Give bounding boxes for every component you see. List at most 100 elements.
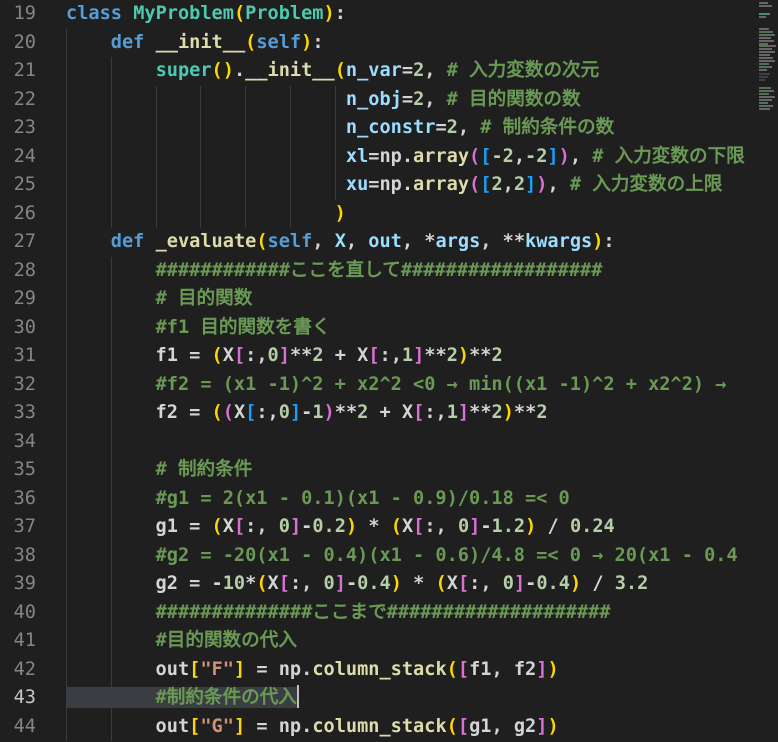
code-token (66, 288, 156, 309)
code-line[interactable]: 27 def _evaluate(self, X, out, *args, **… (0, 228, 778, 257)
code-token: X (268, 573, 279, 594)
code-token: = (435, 117, 446, 138)
line-number[interactable]: 26 (0, 200, 36, 229)
line-number[interactable]: 44 (0, 713, 36, 742)
line-number[interactable]: 38 (0, 542, 36, 571)
code-token: f1 = (66, 345, 212, 366)
code-line[interactable]: 31 f1 = (X[:,0]**2 + X[:,1]**2)**2 (0, 342, 778, 371)
code-token: 3.2 (615, 573, 649, 594)
line-number[interactable]: 40 (0, 599, 36, 628)
code-token: # 入力変数の上限 (570, 174, 723, 195)
code-token: _evaluate (156, 231, 257, 252)
code-token: #目的関数の代入 (156, 630, 297, 651)
code-token: 0.24 (570, 516, 615, 537)
code-line[interactable]: 33 f2 = ((X[:,0]-1)**2 + X[:,1]**2)**2 (0, 399, 778, 428)
minimap[interactable] (757, 0, 778, 742)
code-line[interactable]: 21 super().__init__(n_var=2, # 入力変数の次元 (0, 57, 778, 86)
code-editor: 19class MyProblem(Problem):20 def __init… (0, 0, 778, 742)
code-line-content: super().__init__(n_var=2, # 入力変数の次元 (66, 57, 778, 86)
code-line[interactable]: 30 #f1 目的関数を書く (0, 314, 778, 343)
code-line[interactable]: 23 n_constr=2, # 制約条件の数 (0, 114, 778, 143)
code-token: X (447, 573, 458, 594)
code-line-content: #f2 = (x1 -1)^2 + x2^2 <0 → min((x1 -1)^… (66, 371, 778, 400)
line-number[interactable]: 34 (0, 428, 36, 457)
code-line[interactable]: 24 xl=np.array([-2,-2]), # 入力変数の下限 (0, 143, 778, 172)
code-line[interactable]: 28 ############ここを直して################## (0, 257, 778, 286)
code-token: , * (402, 231, 436, 252)
code-token: ** (424, 345, 446, 366)
line-number[interactable]: 35 (0, 456, 36, 485)
code-token: , (503, 174, 514, 195)
code-token: = (402, 60, 413, 81)
line-number[interactable]: 32 (0, 371, 36, 400)
code-line-content (66, 428, 778, 457)
code-line[interactable]: 38 #g2 = -20(x1 - 0.4)(x1 - 0.6)/4.8 =< … (0, 542, 778, 571)
code-token: column_stack (312, 659, 446, 680)
code-token: ** (469, 345, 491, 366)
line-number[interactable]: 43 (0, 684, 36, 713)
code-token: 2 (514, 174, 525, 195)
line-number[interactable]: 36 (0, 485, 36, 514)
code-token: array (413, 146, 469, 167)
code-line[interactable]: 42 out["F"] = np.column_stack([f1, f2]) (0, 656, 778, 685)
code-line[interactable]: 37 g1 = (X[:, 0]-0.2) * (X[:, 0]-1.2) / … (0, 513, 778, 542)
code-token: , (458, 117, 480, 138)
line-number[interactable]: 21 (0, 57, 36, 86)
code-token: / (536, 516, 570, 537)
code-token (144, 32, 155, 53)
code-line[interactable]: 35 # 制約条件 (0, 456, 778, 485)
code-line[interactable]: 26 ) (0, 200, 778, 229)
code-line[interactable]: 20 def __init__(self): (0, 29, 778, 58)
code-line[interactable]: 19class MyProblem(Problem): (0, 0, 778, 29)
code-token: ) (458, 345, 469, 366)
code-token: out (368, 231, 402, 252)
minimap-mark (759, 96, 775, 98)
line-number[interactable]: 19 (0, 0, 36, 29)
line-number[interactable]: 25 (0, 171, 36, 200)
line-number[interactable]: 22 (0, 86, 36, 115)
code-token: column_stack (312, 716, 446, 737)
code-line[interactable]: 32 #f2 = (x1 -1)^2 + x2^2 <0 → min((x1 -… (0, 371, 778, 400)
code-line[interactable]: 36 #g1 = 2(x1 - 0.1)(x1 - 0.9)/0.18 =< 0 (0, 485, 778, 514)
line-number[interactable]: 31 (0, 342, 36, 371)
line-number[interactable]: 28 (0, 257, 36, 286)
line-number[interactable]: 33 (0, 399, 36, 428)
code-line-content: #制約条件の代入 (66, 684, 778, 713)
line-number[interactable]: 30 (0, 314, 36, 343)
code-line-content: n_constr=2, # 制約条件の数 (66, 114, 778, 143)
minimap-mark (759, 51, 775, 53)
code-line[interactable]: 44 out["G"] = np.column_stack([g1, g2]) (0, 713, 778, 742)
code-line-content: def __init__(self): (66, 29, 778, 58)
code-token (66, 602, 156, 623)
code-token: :, (424, 402, 446, 423)
code-line[interactable]: 25 xu=np.array([2,2]), # 入力変数の上限 (0, 171, 778, 200)
minimap-mark (759, 54, 770, 56)
line-number[interactable]: 27 (0, 228, 36, 257)
line-number[interactable]: 37 (0, 513, 36, 542)
code-line[interactable]: 29 # 目的関数 (0, 285, 778, 314)
code-token: ] (514, 573, 525, 594)
code-line[interactable]: 40 ##############ここまで###################… (0, 599, 778, 628)
line-number[interactable]: 29 (0, 285, 36, 314)
line-number[interactable]: 23 (0, 114, 36, 143)
line-number[interactable]: 20 (0, 29, 36, 58)
code-token: 2 (413, 60, 424, 81)
code-token: 2 (492, 402, 503, 423)
code-token: #g2 = -20(x1 - 0.4)(x1 - 0.6)/4.8 =< 0 →… (156, 545, 738, 566)
line-number[interactable]: 42 (0, 656, 36, 685)
code-token: [ (245, 402, 256, 423)
line-number[interactable]: 24 (0, 143, 36, 172)
code-area[interactable]: 19class MyProblem(Problem):20 def __init… (0, 0, 778, 741)
line-number[interactable]: 39 (0, 570, 36, 599)
code-line[interactable]: 43 #制約条件の代入 (0, 684, 778, 713)
code-line[interactable]: 34 (0, 428, 778, 457)
code-token: ] (469, 516, 480, 537)
code-line[interactable]: 39 g2 = -10*(X[:, 0]-0.4) * (X[:, 0]-0.4… (0, 570, 778, 599)
code-token: ] (536, 716, 547, 737)
line-number[interactable]: 41 (0, 627, 36, 656)
code-token: ** (469, 402, 491, 423)
code-token: #f1 目的関数を書く (156, 317, 331, 338)
code-line[interactable]: 22 n_obj=2, # 目的関数の数 (0, 86, 778, 115)
code-line[interactable]: 41 #目的関数の代入 (0, 627, 778, 656)
code-token: :, (256, 402, 278, 423)
